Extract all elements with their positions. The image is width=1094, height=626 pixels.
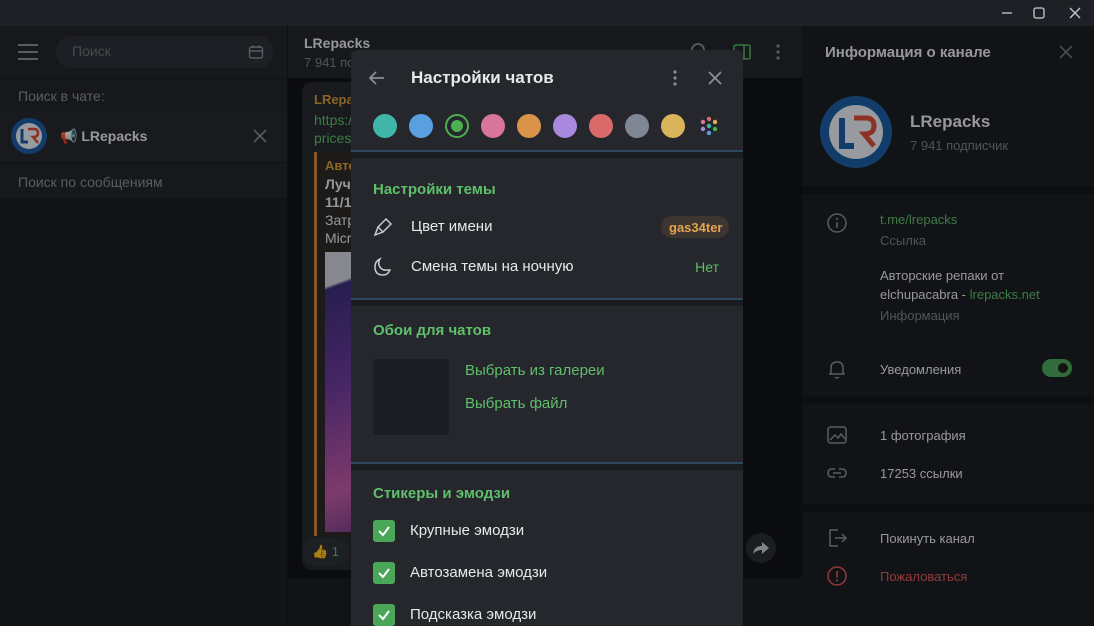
maximize-button[interactable] [1022, 0, 1056, 26]
modal-title: Настройки чатов [411, 68, 554, 87]
more-vertical-icon[interactable] [665, 68, 685, 88]
checkmark-icon [378, 568, 390, 579]
minimize-icon [1002, 12, 1012, 14]
checkbox[interactable] [373, 604, 395, 626]
custom-color-palette-icon[interactable] [697, 114, 721, 138]
wallpaper-heading: Обои для чатов [373, 322, 492, 339]
color-swatch[interactable] [517, 114, 541, 138]
color-swatch[interactable] [553, 114, 577, 138]
color-swatch[interactable] [409, 114, 433, 138]
theme-settings-heading: Настройки темы [373, 181, 496, 198]
color-swatch[interactable] [481, 114, 505, 138]
brush-icon [373, 217, 393, 237]
color-swatch[interactable] [661, 114, 685, 138]
emoji-suggestions-option[interactable]: Подсказка эмодзи [351, 597, 743, 626]
close-icon [1069, 7, 1081, 19]
modal-header: Настройки чатов [351, 50, 743, 106]
checkbox[interactable] [373, 520, 395, 542]
color-swatch[interactable] [373, 114, 397, 138]
checkbox-label: Подсказка эмодзи [410, 606, 537, 623]
chat-settings-modal: Настройки чатов Настройки темы Цвет имен… [351, 50, 743, 626]
checkmark-icon [378, 610, 390, 621]
choose-from-gallery-button[interactable]: Выбрать из галереи [465, 362, 605, 379]
color-swatch[interactable] [589, 114, 613, 138]
large-emoji-option[interactable]: Крупные эмодзи [351, 513, 743, 549]
night-mode-label[interactable]: Смена темы на ночную [411, 258, 574, 275]
selected-swatch-dot [451, 120, 463, 132]
divider [351, 150, 743, 158]
stickers-emoji-heading: Стикеры и эмодзи [373, 485, 511, 502]
divider [351, 462, 743, 470]
choose-file-button[interactable]: Выбрать файл [465, 395, 567, 412]
emoji-autoreplace-option[interactable]: Автозамена эмодзи [351, 555, 743, 591]
name-color-badge[interactable]: gas34ter [661, 216, 729, 238]
checkbox-label: Крупные эмодзи [410, 522, 525, 539]
checkmark-icon [378, 526, 390, 537]
name-color-label[interactable]: Цвет имени [411, 218, 492, 235]
window-close-button[interactable] [1058, 0, 1092, 26]
minimize-button[interactable] [990, 0, 1024, 26]
wallpaper-preview[interactable] [373, 359, 449, 435]
checkbox-label: Автозамена эмодзи [410, 564, 548, 581]
color-swatch[interactable] [625, 114, 649, 138]
back-arrow-icon[interactable] [367, 68, 387, 88]
theme-color-swatches [373, 114, 733, 138]
moon-icon [374, 257, 392, 276]
close-icon[interactable] [705, 68, 725, 88]
maximize-icon [1033, 7, 1045, 19]
checkbox[interactable] [373, 562, 395, 584]
color-swatch[interactable] [445, 114, 469, 138]
divider [351, 298, 743, 306]
window-titlebar [0, 0, 1094, 26]
night-mode-value[interactable]: Нет [695, 259, 719, 275]
